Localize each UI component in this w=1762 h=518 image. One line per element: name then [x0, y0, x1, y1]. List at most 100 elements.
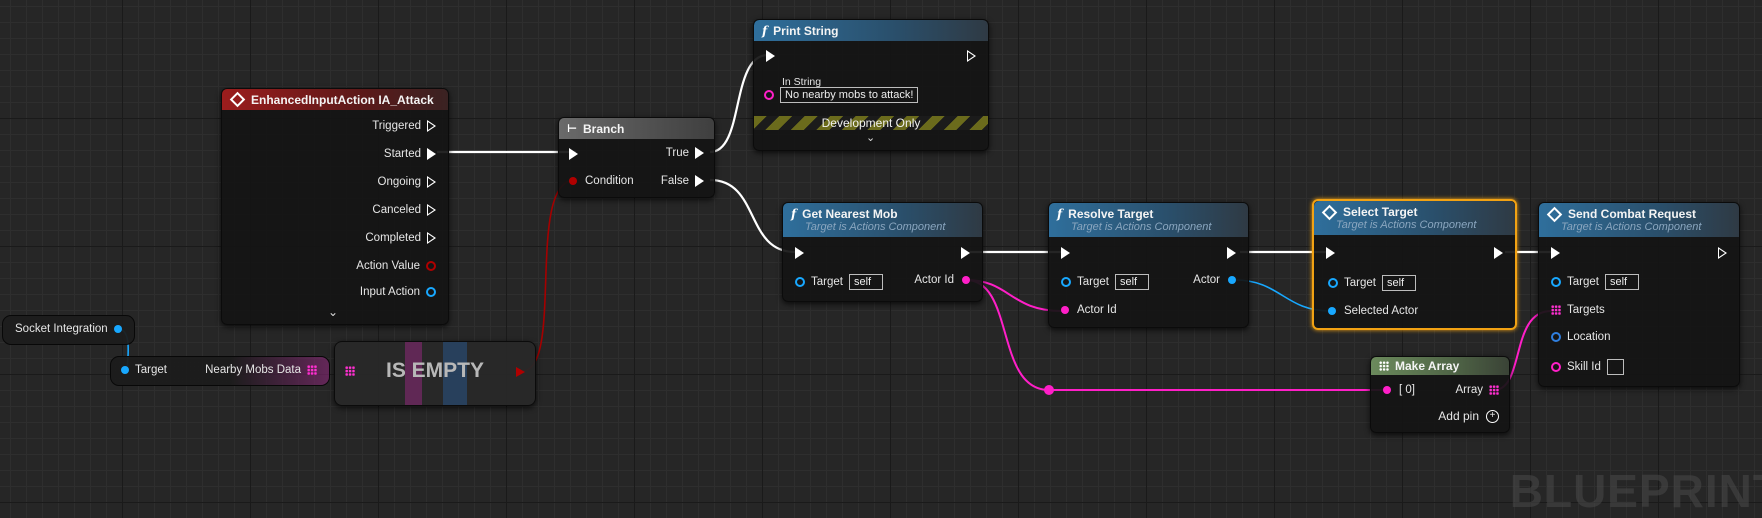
nmd-output-pin[interactable]: Nearby Mobs Data: [205, 364, 317, 376]
scr-targets-pin[interactable]: Targets: [1551, 304, 1605, 316]
pin-action-value[interactable]: Action Value: [356, 260, 436, 272]
function-icon: f: [1057, 207, 1063, 221]
exec-out-icon: [427, 120, 436, 132]
rt-actor-label: Actor: [1193, 274, 1220, 286]
array-pin-icon: [345, 366, 355, 376]
st-exec-out[interactable]: [1494, 247, 1503, 259]
st-exec-in[interactable]: [1326, 247, 1335, 259]
select-target-subtitle: Target is Actions Component: [1336, 219, 1477, 231]
pin-canceled-label: Canceled: [372, 204, 421, 216]
pin-input-action[interactable]: Input Action: [360, 286, 436, 298]
exec-out-icon: [427, 204, 436, 216]
is-empty-input-pin[interactable]: [345, 366, 355, 376]
input-action-node[interactable]: EnhancedInputAction IA_Attack Triggered …: [221, 88, 449, 325]
gnm-actor-id-pin[interactable]: Actor Id: [914, 274, 970, 286]
get-nearest-mob-node[interactable]: f Get Nearest Mob Target is Actions Compo…: [782, 202, 983, 302]
scr-targets-label: Targets: [1567, 304, 1605, 316]
input-action-header[interactable]: EnhancedInputAction IA_Attack: [222, 89, 448, 110]
send-combat-request-subtitle: Target is Actions Component: [1561, 221, 1702, 233]
ma-add-pin-button[interactable]: Add pin +: [1438, 409, 1499, 423]
resolve-target-header[interactable]: f Resolve Target Target is Actions Compon…: [1049, 203, 1248, 237]
pin-started[interactable]: Started: [384, 148, 436, 160]
st-target-pin[interactable]: Target self: [1328, 275, 1416, 291]
branch-false-pin[interactable]: False: [661, 175, 704, 187]
scr-target-input[interactable]: self: [1604, 274, 1639, 290]
pin-completed[interactable]: Completed: [365, 232, 436, 244]
socket-integration-node[interactable]: Socket Integration: [2, 315, 135, 345]
scr-skill-id-pin[interactable]: Skill Id: [1551, 359, 1624, 375]
in-string-input[interactable]: No nearby mobs to attack!: [780, 87, 919, 103]
print-exec-in[interactable]: [766, 50, 775, 62]
gnm-exec-in[interactable]: [795, 247, 804, 259]
select-target-header[interactable]: Select Target Target is Actions Componen…: [1314, 201, 1515, 235]
print-string-header[interactable]: f Print String: [754, 20, 988, 41]
get-nearest-mob-subtitle: Target is Actions Component: [805, 221, 946, 233]
nearby-mobs-data-node[interactable]: Target Nearby Mobs Data: [110, 356, 330, 386]
st-target-input[interactable]: self: [1381, 275, 1416, 291]
send-combat-request-node[interactable]: Send Combat Request Target is Actions Co…: [1538, 202, 1740, 387]
ma-array-pin[interactable]: Array: [1456, 384, 1499, 396]
scr-skill-id-input[interactable]: [1606, 359, 1624, 375]
expand-chevron-icon[interactable]: ⌄: [328, 305, 338, 319]
scr-location-pin[interactable]: Location: [1551, 331, 1610, 343]
string-pin-icon: [764, 90, 774, 100]
ma-index0-pin[interactable]: [ 0]: [1383, 384, 1415, 396]
object-pin-icon: [1328, 278, 1338, 288]
pin-canceled[interactable]: Canceled: [372, 204, 436, 216]
rt-exec-in[interactable]: [1061, 247, 1070, 259]
get-nearest-mob-header[interactable]: f Get Nearest Mob Target is Actions Compo…: [783, 203, 982, 237]
select-target-title: Select Target: [1343, 205, 1418, 219]
scr-location-label: Location: [1567, 331, 1611, 343]
pin-triggered[interactable]: Triggered: [372, 120, 436, 132]
rt-exec-out[interactable]: [1227, 247, 1236, 259]
print-string-node[interactable]: f Print String In String No nearby mobs …: [753, 19, 989, 151]
branch-header[interactable]: ⊢ Branch: [559, 118, 714, 139]
branch-node[interactable]: ⊢ Branch True Condition False: [558, 117, 715, 198]
branch-exec-in[interactable]: [569, 148, 578, 160]
rt-actor-pin[interactable]: Actor: [1193, 274, 1236, 286]
rt-actor-id-pin[interactable]: Actor Id: [1061, 304, 1117, 316]
gnm-target-label: Target: [811, 276, 843, 288]
scr-exec-out[interactable]: [1718, 247, 1727, 259]
socket-integration-pin[interactable]: Socket Integration: [15, 323, 122, 335]
exec-in-icon: [795, 247, 804, 259]
bool-pin-icon: [569, 177, 577, 185]
rt-target-input[interactable]: self: [1114, 274, 1149, 290]
gnm-exec-out[interactable]: [961, 247, 970, 259]
object-pin-icon: [121, 366, 129, 374]
gnm-target-input[interactable]: self: [848, 274, 883, 290]
gnm-actor-id-label: Actor Id: [914, 274, 954, 286]
make-array-node[interactable]: Make Array [ 0] Array Add pin +: [1370, 356, 1510, 433]
is-empty-node[interactable]: IS EMPTY: [334, 341, 536, 406]
print-exec-out[interactable]: [967, 50, 976, 62]
branch-icon: ⊢: [567, 122, 578, 135]
exec-out-icon: [1718, 247, 1727, 259]
is-empty-output-pin[interactable]: [516, 367, 525, 377]
scr-target-pin[interactable]: Target self: [1551, 274, 1639, 290]
vector-pin-icon: [1551, 332, 1561, 342]
rt-target-pin[interactable]: Target self: [1061, 274, 1149, 290]
branch-true-pin[interactable]: True: [666, 147, 704, 159]
function-icon: f: [791, 207, 797, 221]
scr-exec-in[interactable]: [1551, 247, 1560, 259]
st-selected-actor-pin[interactable]: Selected Actor: [1328, 305, 1418, 317]
select-target-node[interactable]: Select Target Target is Actions Componen…: [1312, 199, 1517, 330]
event-diamond-icon: [1321, 204, 1338, 220]
array-pin-icon: [1489, 385, 1499, 395]
nmd-output-label: Nearby Mobs Data: [205, 364, 301, 376]
exec-out-icon: [961, 247, 970, 259]
resolve-target-node[interactable]: f Resolve Target Target is Actions Compon…: [1048, 202, 1249, 328]
function-icon: f: [762, 23, 768, 38]
object-pin-icon: [1228, 276, 1236, 284]
in-string-pin[interactable]: No nearby mobs to attack!: [764, 87, 919, 103]
print-expand-chevron-icon[interactable]: ⌄: [866, 131, 875, 144]
send-combat-request-header[interactable]: Send Combat Request Target is Actions Co…: [1539, 203, 1739, 237]
pin-ongoing[interactable]: Ongoing: [378, 176, 436, 188]
branch-condition-pin[interactable]: Condition: [569, 175, 634, 187]
object-pin-icon: [426, 287, 436, 297]
nmd-target-pin[interactable]: Target: [121, 364, 167, 376]
gnm-target-pin[interactable]: Target self: [795, 274, 883, 290]
make-array-header[interactable]: Make Array: [1371, 357, 1509, 375]
exec-out-icon: [1494, 247, 1503, 259]
exec-in-icon: [1551, 247, 1560, 259]
